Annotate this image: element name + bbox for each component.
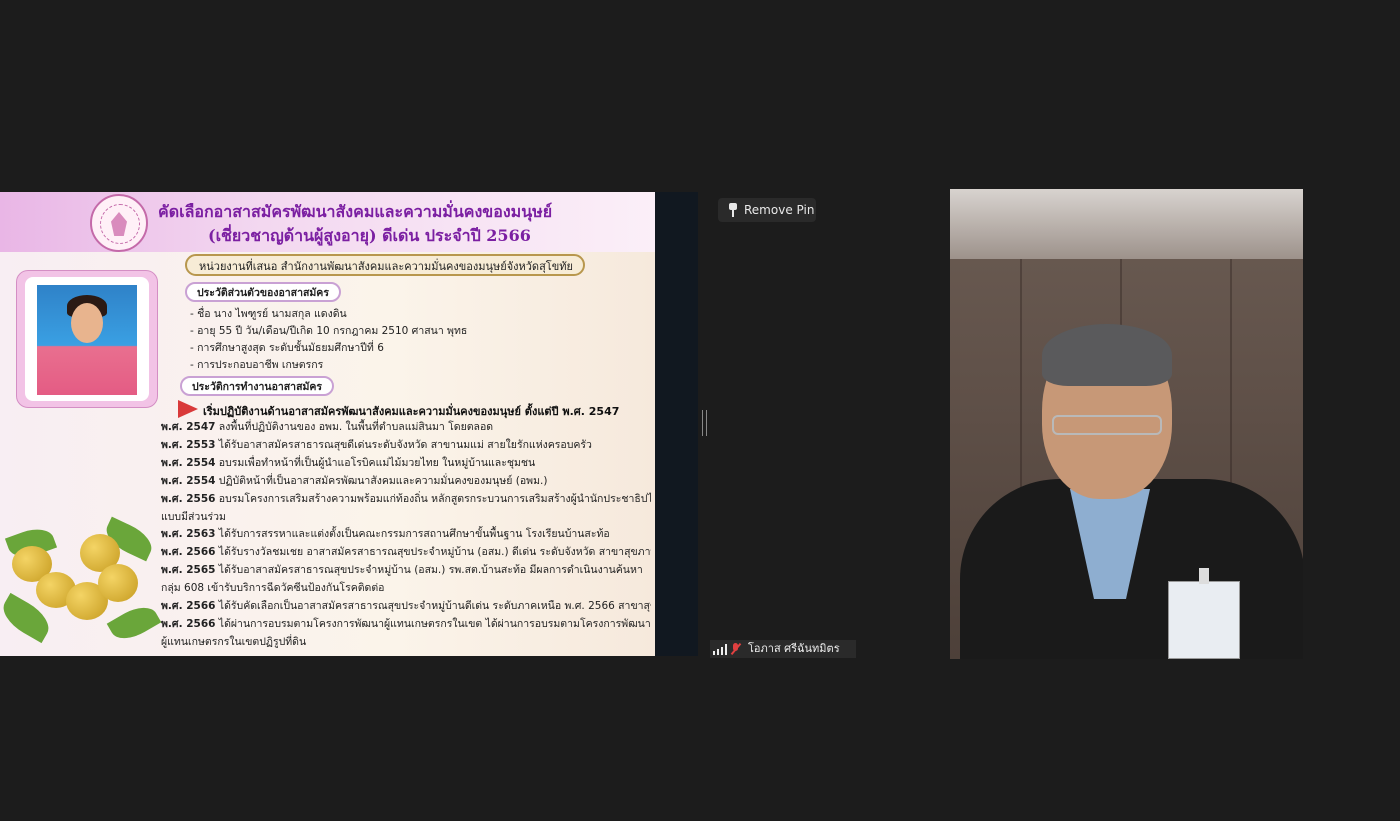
- personal-info-occupation: - การประกอบอาชีพ เกษตรกร: [190, 359, 324, 371]
- history-year: พ.ศ. 2554: [161, 474, 216, 487]
- participant-name-tag: โอภาส ศรีฉันทมิตร: [710, 640, 856, 658]
- participant-name: โอภาส ศรีฉันทมิตร: [748, 642, 840, 655]
- history-text: ได้ผ่านการอบรมตามโครงการพัฒนาผู้แทนเกษตร…: [218, 617, 651, 630]
- shared-screen-edge: [655, 192, 698, 656]
- work-start-line: เริ่มปฏิบัติงานด้านอาสาสมัครพัฒนาสังคมแล…: [203, 405, 620, 418]
- history-text: ได้รับรางวัลชมเชย อาสาสมัครสาธารณสุขประจ…: [218, 546, 651, 559]
- history-year: พ.ศ. 2553: [161, 438, 216, 451]
- history-year: พ.ศ. 2566: [161, 600, 216, 613]
- history-text: กลุ่ม 608 เข้ารับบริการฉีดวัคซีนป้องกันโ…: [161, 582, 385, 595]
- signal-strength-icon: [713, 644, 727, 655]
- history-row: พ.ศ. 2547 ลงพื้นที่ปฏิบัติงานของ อพม. ใน…: [161, 419, 651, 437]
- work-history-list: พ.ศ. 2547 ลงพื้นที่ปฏิบัติงานของ อพม. ใน…: [161, 419, 651, 652]
- history-text: ผู้แทนเกษตรกรในเขตปฏิรูปที่ดิน: [161, 635, 307, 648]
- history-text: ลงพื้นที่ปฏิบัติงานของ อพม. ในพื้นที่ตำบ…: [218, 421, 494, 433]
- history-text: ได้รับอาสาสมัครสาธารณสุขดีเด่นระดับจังหว…: [218, 438, 592, 451]
- history-text: ได้รับอาสาสมัครสาธารณสุขประจำหมู่บ้าน (อ…: [218, 564, 643, 577]
- volunteer-photo: [37, 285, 137, 395]
- work-history-label: ประวัติการทำงานอาสาสมัคร: [180, 376, 335, 396]
- remove-pin-button[interactable]: Remove Pin: [718, 198, 816, 222]
- mic-muted-icon: [730, 642, 742, 656]
- name-badge: [1168, 568, 1240, 659]
- history-row: แบบมีส่วนร่วม: [161, 509, 651, 527]
- participant-video-tile[interactable]: [950, 189, 1303, 659]
- history-row: พ.ศ. 2566 ได้ผ่านการอบรมตามโครงการพัฒนาผ…: [161, 616, 651, 634]
- remove-pin-label: Remove Pin: [744, 203, 815, 217]
- ministry-seal-logo: [90, 194, 148, 252]
- personal-info-education: - การศึกษาสูงสุด ระดับชั้นมัธยมศึกษาปีที…: [190, 342, 384, 354]
- history-text: ปฏิบัติหน้าที่เป็นอาสาสมัครพัฒนาสังคมและ…: [218, 474, 548, 487]
- personal-info-age: - อายุ 55 ปี วัน/เดือน/ปีเกิด 10 กรกฎาคม…: [190, 325, 468, 337]
- volunteer-photo-frame: [16, 270, 158, 408]
- history-year: พ.ศ. 2565: [161, 564, 216, 577]
- history-year: พ.ศ. 2556: [161, 492, 216, 505]
- history-row: พ.ศ. 2554 อบรมเพื่อทำหน้าที่เป็นผู้นำแอโ…: [161, 455, 651, 473]
- slide-title-line1: คัดเลือกอาสาสมัครพัฒนาสังคมและความมั่นคง…: [158, 202, 553, 221]
- personal-info-list: - ชื่อ นาง ไพฑูรย์ นามสกุล แดงดิน - อายุ…: [190, 306, 467, 374]
- history-row: กลุ่ม 608 เข้ารับบริการฉีดวัคซีนป้องกันโ…: [161, 580, 651, 598]
- personal-history-label: ประวัติส่วนตัวของอาสาสมัคร: [185, 282, 341, 302]
- arrow-icon: [178, 400, 198, 418]
- history-text: ได้รับคัดเลือกเป็นอาสาสมัครสาธารณสุขประจ…: [218, 600, 651, 613]
- history-year: พ.ศ. 2554: [161, 456, 216, 469]
- history-row: พ.ศ. 2563 ได้รับการสรรหาและแต่งตั้งเป็นค…: [161, 526, 651, 544]
- proposing-unit: หน่วยงานที่เสนอ สำนักงานพัฒนาสังคมและควา…: [185, 254, 585, 276]
- pin-icon: [728, 203, 738, 217]
- slide-title-line2: (เชี่ยวชาญด้านผู้สูงอายุ) ดีเด่น ประจำปี…: [208, 226, 531, 245]
- history-row: พ.ศ. 2566 ได้รับรางวัลชมเชย อาสาสมัครสาธ…: [161, 544, 651, 562]
- shared-screen-slide: คัดเลือกอาสาสมัครพัฒนาสังคมและความมั่นคง…: [0, 192, 655, 656]
- history-row: พ.ศ. 2554 ปฏิบัติหน้าที่เป็นอาสาสมัครพัฒ…: [161, 473, 651, 491]
- history-row: พ.ศ. 2566 ได้รับคัดเลือกเป็นอาสาสมัครสาธ…: [161, 598, 651, 616]
- flower-decoration: [0, 516, 162, 656]
- history-text: ได้รับการสรรหาและแต่งตั้งเป็นคณะกรรมการส…: [218, 528, 610, 541]
- history-year: พ.ศ. 2563: [161, 528, 216, 541]
- history-row: พ.ศ. 2556 อบรมโครงการเสริมสร้างความพร้อม…: [161, 491, 651, 509]
- history-year: พ.ศ. 2566: [161, 546, 216, 559]
- history-text: อบรมเพื่อทำหน้าที่เป็นผู้นำแอโรบิคแม่ไม้…: [218, 456, 536, 469]
- pane-resize-handle[interactable]: [702, 410, 707, 436]
- history-text: แบบมีส่วนร่วม: [161, 510, 226, 523]
- history-row: พ.ศ. 2553 ได้รับอาสาสมัครสาธารณสุขดีเด่น…: [161, 437, 651, 455]
- personal-info-name: - ชื่อ นาง ไพฑูรย์ นามสกุล แดงดิน: [190, 308, 347, 320]
- history-year: พ.ศ. 2547: [161, 421, 216, 433]
- history-row: พ.ศ. 2565 ได้รับอาสาสมัครสาธารณสุขประจำห…: [161, 562, 651, 580]
- history-text: อบรมโครงการเสริมสร้างความพร้อมแก่ท้องถิ่…: [218, 492, 651, 505]
- history-year: พ.ศ. 2566: [161, 617, 216, 630]
- history-row: ผู้แทนเกษตรกรในเขตปฏิรูปที่ดิน: [161, 634, 651, 652]
